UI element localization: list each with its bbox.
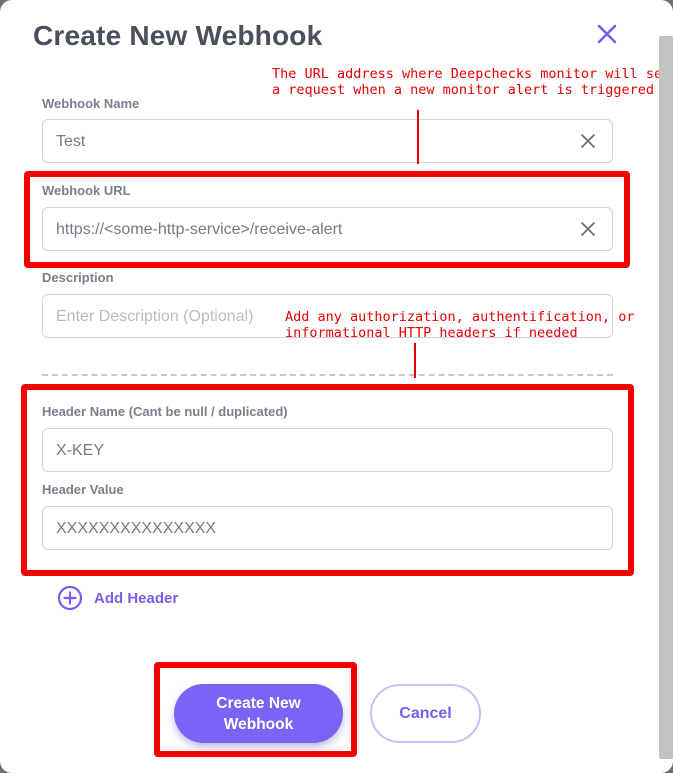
url-annotation-line1: The URL address where Deepchecks monitor… <box>272 66 673 82</box>
dialog-title: Create New Webhook <box>33 20 323 51</box>
headers-highlight-box <box>21 384 634 576</box>
cancel-button[interactable]: Cancel <box>370 684 481 743</box>
headers-annotation-pointer <box>414 343 416 378</box>
headers-annotation-line1: Add any authorization, authentification,… <box>285 309 635 325</box>
url-annotation-line2: a request when a new monitor alert is tr… <box>272 82 655 98</box>
webhook-name-input[interactable]: Test <box>42 119 613 163</box>
description-label: Description <box>42 270 114 285</box>
clear-icon[interactable] <box>581 134 595 148</box>
create-webhook-dialog: Create New Webhook Webhook Name Test Web… <box>0 0 673 773</box>
add-header-label: Add Header <box>94 589 179 607</box>
headers-annotation: Add any authorization, authentification,… <box>285 309 635 341</box>
close-icon[interactable] <box>594 21 620 47</box>
url-highlight-box <box>24 171 630 268</box>
description-placeholder: Enter Description (Optional) <box>56 308 254 325</box>
add-circle-icon <box>57 585 83 611</box>
section-divider <box>42 374 613 376</box>
create-button-highlight-box <box>154 662 357 757</box>
webhook-name-label: Webhook Name <box>42 96 140 111</box>
add-header-button[interactable]: Add Header <box>57 585 178 611</box>
webhook-name-value: Test <box>56 133 86 150</box>
url-annotation-pointer <box>417 110 419 164</box>
headers-annotation-line2: informational HTTP headers if needed <box>285 325 578 341</box>
url-annotation: The URL address where Deepchecks monitor… <box>272 66 673 98</box>
scrollbar[interactable] <box>659 36 673 759</box>
